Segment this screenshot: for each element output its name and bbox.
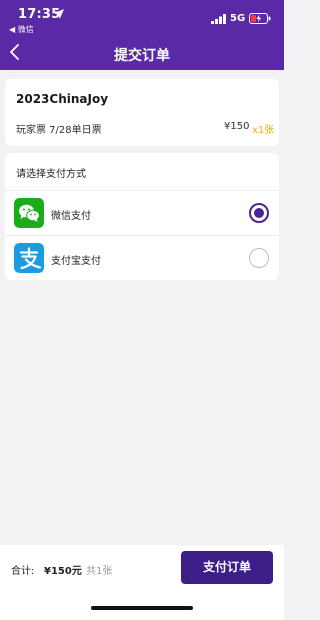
header: 17:35 ◀ 微信 5G 提交订单 <box>0 0 284 70</box>
back-to-app-link[interactable]: ◀ 微信 <box>9 24 34 35</box>
payment-option-alipay[interactable]: 支付宝支付 <box>5 236 279 280</box>
radio-unselected[interactable] <box>249 248 269 268</box>
payment-option-label: 微信支付 <box>51 211 91 222</box>
total-price: ¥150元 <box>44 566 82 577</box>
ticket-quantity: x1张 <box>252 125 275 136</box>
total-label: 合计: <box>11 566 35 577</box>
submit-order-button[interactable]: 支付订单 <box>181 551 273 584</box>
ticket-name: 玩家票 7/28单日票 <box>16 125 102 136</box>
checkout-bar: 合计: ¥150元 共1张 支付订单 <box>0 545 284 620</box>
cellular-signal-icon <box>211 14 226 24</box>
payment-option-wechat[interactable]: 微信支付 <box>5 191 279 235</box>
location-arrow-icon <box>54 9 64 19</box>
battery-charging-icon <box>249 13 271 24</box>
network-type: 5G <box>230 13 246 24</box>
total-count: 共1张 <box>86 566 113 577</box>
payment-method-card: 请选择支付方式 微信支付 支付宝支付 <box>5 153 279 280</box>
status-bar: 17:35 ◀ 微信 5G <box>0 0 284 36</box>
event-name: 2023ChinaJoy <box>16 92 109 106</box>
order-summary-card: 2023ChinaJoy 玩家票 7/28单日票 ¥150 x1张 <box>5 79 279 146</box>
payment-option-label: 支付宝支付 <box>51 256 101 267</box>
page-title: 提交订单 <box>114 48 170 64</box>
ticket-price: ¥150 <box>224 121 250 132</box>
home-indicator[interactable] <box>91 606 193 610</box>
payment-method-header: 请选择支付方式 <box>16 169 86 180</box>
alipay-icon <box>14 243 44 273</box>
wechat-pay-icon <box>14 198 44 228</box>
radio-selected[interactable] <box>249 203 269 223</box>
